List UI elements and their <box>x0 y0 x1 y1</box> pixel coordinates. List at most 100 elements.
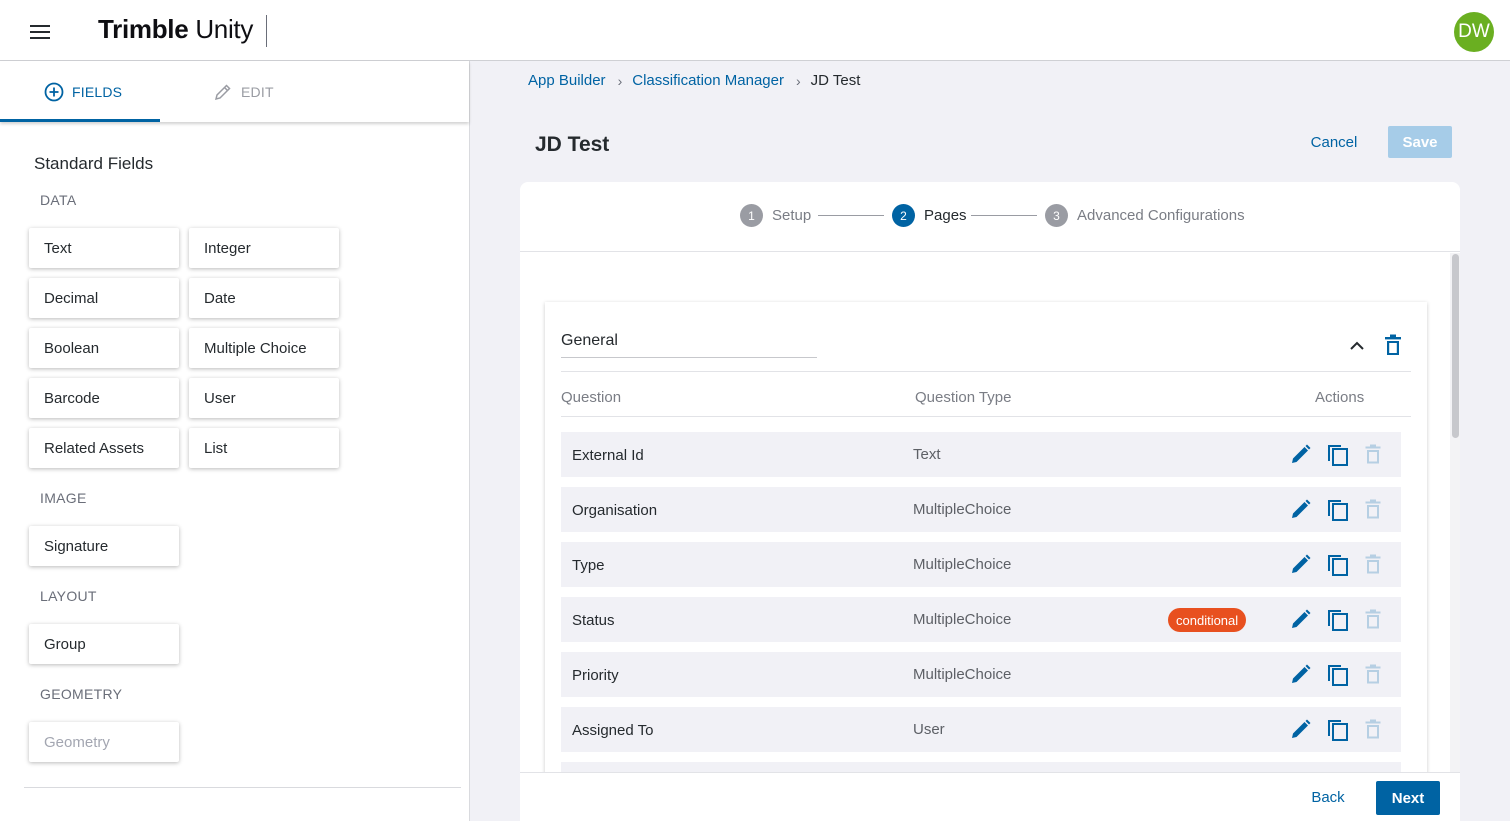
question-row[interactable]: Priority MultipleChoice <box>561 652 1401 697</box>
question-row[interactable]: Status MultipleChoice conditional <box>561 597 1401 642</box>
step-label: Setup <box>772 207 812 224</box>
question-row[interactable] <box>561 762 1401 772</box>
breadcrumb: App Builder › Classification Manager › J… <box>528 72 860 89</box>
save-button: Save <box>1388 126 1452 158</box>
chevron-right-icon: › <box>617 72 623 89</box>
step-pages[interactable]: 2 Pages <box>892 204 967 227</box>
copy-icon[interactable] <box>1326 607 1350 631</box>
add-circle-icon <box>44 82 64 101</box>
cancel-button[interactable]: Cancel <box>1296 126 1372 158</box>
question-row[interactable]: External Id Text <box>561 432 1401 477</box>
chevron-right-icon: › <box>795 72 801 89</box>
tab-fields[interactable]: FIELDS <box>44 61 122 122</box>
standard-fields-title: Standard Fields <box>34 154 154 173</box>
step-setup[interactable]: 1 Setup <box>740 204 811 227</box>
question-name: Type <box>572 557 605 574</box>
logo-light-text: Unity <box>195 14 254 44</box>
wizard-stepper: 1 Setup 2 Pages 3 Advanced Configuration… <box>520 182 1460 252</box>
field-integer[interactable]: Integer <box>189 228 339 268</box>
wizard-card: 1 Setup 2 Pages 3 Advanced Configuration… <box>520 182 1460 821</box>
page-name-input[interactable]: General <box>561 330 817 358</box>
question-name: Status <box>572 612 615 629</box>
field-multiple-choice[interactable]: Multiple Choice <box>189 328 339 368</box>
top-header: Trimble Unity DW <box>0 0 1510 61</box>
copy-icon[interactable] <box>1326 662 1350 686</box>
edit-pencil-icon[interactable] <box>1289 662 1313 686</box>
trash-icon <box>1361 497 1385 521</box>
back-button[interactable]: Back <box>1300 781 1356 813</box>
logo-divider <box>266 15 267 47</box>
column-header-question-type: Question Type <box>915 389 1012 406</box>
step-label: Pages <box>924 207 967 224</box>
field-palette-panel: FIELDS EDIT Standard Fields DATA Text In… <box>0 61 470 821</box>
copy-icon[interactable] <box>1326 717 1350 741</box>
edit-pencil-icon[interactable] <box>1289 442 1313 466</box>
field-text[interactable]: Text <box>29 228 179 268</box>
field-decimal[interactable]: Decimal <box>29 278 179 318</box>
hamburger-menu-icon[interactable] <box>30 25 50 39</box>
page-title: JD Test <box>535 133 610 156</box>
question-type: MultipleChoice <box>913 611 1012 628</box>
question-row[interactable]: Assigned To User <box>561 707 1401 752</box>
trash-icon <box>1361 552 1385 576</box>
edit-pencil-icon[interactable] <box>1289 717 1313 741</box>
step-number: 1 <box>740 204 763 227</box>
tab-fields-label: FIELDS <box>72 83 123 100</box>
edit-pencil-icon[interactable] <box>1289 607 1313 631</box>
field-geometry: Geometry <box>29 722 179 762</box>
tab-edit[interactable]: EDIT <box>213 61 274 122</box>
chevron-up-icon[interactable] <box>1347 338 1367 352</box>
tab-edit-label: EDIT <box>241 83 274 100</box>
panel-divider <box>561 371 1411 372</box>
breadcrumb-classification-manager[interactable]: Classification Manager <box>632 72 784 89</box>
step-number: 3 <box>1045 204 1068 227</box>
trash-icon <box>1361 607 1385 631</box>
question-name: Priority <box>572 667 619 684</box>
question-type: MultipleChoice <box>913 556 1012 573</box>
logo-bold-text: Trimble <box>98 14 189 44</box>
field-group[interactable]: Group <box>29 624 179 664</box>
column-header-question: Question <box>561 389 622 406</box>
question-name: Organisation <box>572 502 658 519</box>
group-label-geometry: GEOMETRY <box>40 686 123 702</box>
edit-pencil-icon[interactable] <box>1289 497 1313 521</box>
scrollbar-thumb[interactable] <box>1452 254 1459 438</box>
copy-icon[interactable] <box>1326 552 1350 576</box>
user-avatar[interactable]: DW <box>1454 12 1494 52</box>
app-logo: Trimble Unity <box>98 14 253 45</box>
field-boolean[interactable]: Boolean <box>29 328 179 368</box>
group-label-layout: LAYOUT <box>40 588 97 604</box>
question-row[interactable]: Organisation MultipleChoice <box>561 487 1401 532</box>
breadcrumb-app-builder[interactable]: App Builder <box>528 72 606 89</box>
header-divider <box>561 416 1411 417</box>
step-connector <box>971 215 1037 216</box>
field-barcode[interactable]: Barcode <box>29 378 179 418</box>
trash-icon[interactable] <box>1384 334 1402 356</box>
step-advanced-configurations[interactable]: 3 Advanced Configurations <box>1045 204 1245 227</box>
field-related-assets[interactable]: Related Assets <box>29 428 179 468</box>
pencil-icon <box>214 83 231 100</box>
copy-icon[interactable] <box>1326 442 1350 466</box>
question-name: External Id <box>572 447 644 464</box>
field-date[interactable]: Date <box>189 278 339 318</box>
question-type: Text <box>913 446 941 463</box>
question-type: MultipleChoice <box>913 666 1012 683</box>
field-list[interactable]: List <box>189 428 339 468</box>
edit-pencil-icon[interactable] <box>1289 552 1313 576</box>
group-label-image: IMAGE <box>40 490 87 506</box>
trash-icon <box>1361 717 1385 741</box>
page-panel-general: General Question Question Type Actions E… <box>545 302 1427 772</box>
question-type: MultipleChoice <box>913 501 1012 518</box>
question-row[interactable]: Type MultipleChoice <box>561 542 1401 587</box>
question-name: Assigned To <box>572 722 654 739</box>
field-user[interactable]: User <box>189 378 339 418</box>
field-signature[interactable]: Signature <box>29 526 179 566</box>
conditional-badge: conditional <box>1168 608 1247 632</box>
wizard-footer: Back Next <box>520 772 1460 821</box>
trash-icon <box>1361 662 1385 686</box>
next-button[interactable]: Next <box>1376 781 1440 815</box>
step-connector <box>818 215 884 216</box>
pages-scroll-area: General Question Question Type Actions E… <box>520 253 1460 772</box>
copy-icon[interactable] <box>1326 497 1350 521</box>
question-type: User <box>913 721 945 738</box>
